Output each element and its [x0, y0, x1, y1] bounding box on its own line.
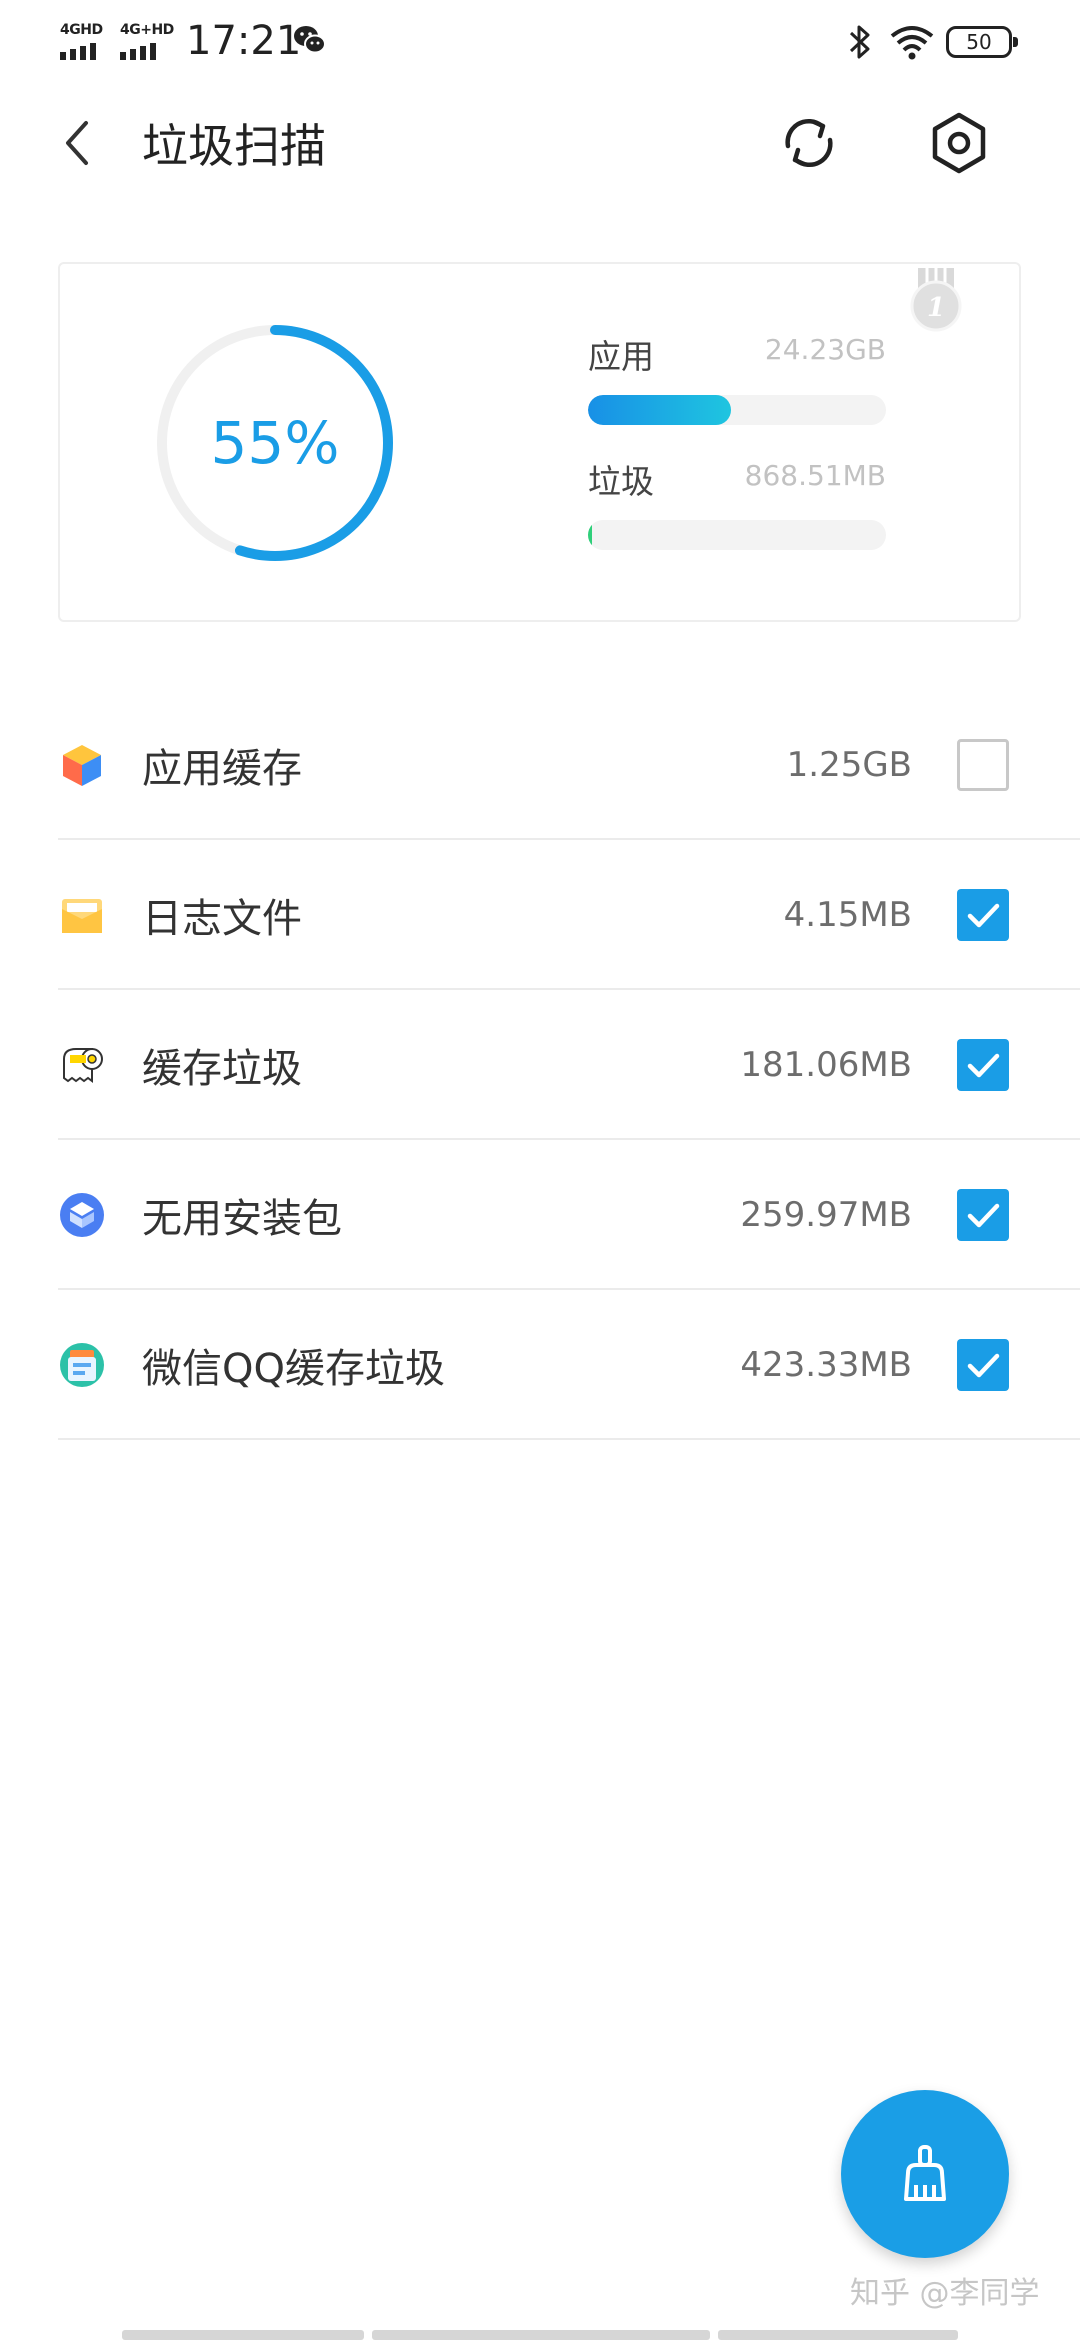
item-name: 应用缓存	[142, 746, 302, 792]
item-name: 微信QQ缓存垃圾	[142, 1346, 445, 1392]
battery-icon: 50	[946, 26, 1018, 58]
list-item[interactable]: 缓存垃圾 181.06MB	[0, 990, 1080, 1140]
signal-label-1: 4GHD	[60, 22, 103, 38]
item-checkbox[interactable]	[957, 1039, 1009, 1091]
refresh-icon	[785, 118, 833, 168]
item-checkbox[interactable]	[957, 1339, 1009, 1391]
junk-size: 868.51MB	[744, 459, 886, 492]
app-size: 24.23GB	[764, 333, 886, 366]
nav-indicator	[372, 2330, 710, 2340]
item-name: 日志文件	[142, 896, 302, 942]
list-item[interactable]: 日志文件 4.15MB	[0, 840, 1080, 990]
wifi-icon	[890, 26, 934, 60]
usage-percent: 55%	[210, 409, 340, 477]
item-size: 423.33MB	[740, 1345, 912, 1385]
item-size: 1.25GB	[786, 745, 912, 785]
item-size: 181.06MB	[740, 1045, 912, 1085]
nav-indicator	[122, 2330, 364, 2340]
wechat-icon	[294, 26, 326, 54]
item-name: 无用安装包	[142, 1196, 342, 1242]
app-usage-fill	[588, 395, 732, 425]
item-size: 4.15MB	[783, 895, 912, 935]
divider	[58, 1438, 1080, 1440]
settings-hexagon-icon	[932, 112, 986, 174]
bluetooth-icon	[849, 25, 870, 59]
broom-clean-icon	[904, 2145, 946, 2201]
status-bar: 4GHD 4G+HD 17:21 50	[0, 0, 1080, 88]
log-folder-icon	[62, 899, 102, 933]
back-arrow-icon	[66, 121, 88, 165]
settings-button[interactable]	[924, 108, 994, 178]
list-item[interactable]: 应用缓存 1.25GB	[0, 690, 1080, 840]
chat-cache-icon	[60, 1343, 104, 1387]
back-button[interactable]	[58, 108, 118, 178]
watermark: 知乎 @李同学	[850, 2276, 1040, 2311]
list-item[interactable]: 微信QQ缓存垃圾 423.33MB	[0, 1290, 1080, 1440]
toilet-paper-icon	[63, 1048, 103, 1083]
item-checkbox[interactable]	[957, 739, 1009, 791]
status-time: 17:21	[186, 18, 302, 64]
clean-button[interactable]	[841, 2090, 1009, 2258]
signal-4g-icon: 4GHD	[60, 22, 112, 62]
nav-indicator	[718, 2330, 958, 2340]
item-checkbox[interactable]	[957, 889, 1009, 941]
badge-icon: 1	[910, 268, 962, 332]
battery-level: 50	[966, 30, 992, 54]
item-name: 缓存垃圾	[142, 1046, 302, 1092]
refresh-button[interactable]	[774, 108, 844, 178]
badge-number: 1	[927, 293, 945, 323]
check-icon	[967, 1053, 1000, 1078]
item-checkbox[interactable]	[957, 1189, 1009, 1241]
junk-usage-bar	[588, 520, 886, 550]
signal-4g-plus-icon: 4G+HD	[120, 22, 174, 62]
item-size: 259.97MB	[740, 1195, 912, 1235]
signal-label-2: 4G+HD	[120, 22, 174, 38]
app-usage-bar	[588, 395, 886, 425]
check-icon	[967, 1203, 1000, 1228]
app-cache-cube-icon	[63, 745, 101, 786]
check-icon	[967, 903, 1000, 928]
package-icon	[60, 1193, 104, 1237]
list-item[interactable]: 无用安装包 259.97MB	[0, 1140, 1080, 1290]
page-title: 垃圾扫描	[142, 119, 326, 173]
check-icon	[967, 1353, 1000, 1378]
